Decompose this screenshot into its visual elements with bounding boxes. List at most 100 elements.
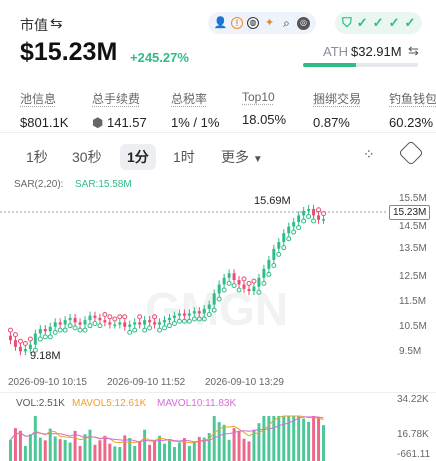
swap-icon[interactable]: ⇆ <box>50 14 63 32</box>
sar-dot <box>301 218 307 224</box>
volume-bar <box>267 416 271 461</box>
candle <box>272 248 276 260</box>
tab-1m[interactable]: 1分 <box>120 144 156 170</box>
volume-bar <box>108 443 112 461</box>
sar-dot <box>7 327 13 333</box>
check-icon: ✓ <box>404 15 416 30</box>
candle <box>38 329 42 334</box>
stat-value: 0.87% <box>313 115 350 130</box>
volume-tick: 34.22K <box>397 394 429 405</box>
price-chart[interactable]: GMGN <box>0 190 436 370</box>
check-icon: ✓ <box>388 15 400 30</box>
security-check-group[interactable]: ⛉ ✓ ✓ ✓ ✓ <box>335 12 423 34</box>
price-tick: 13.5M <box>399 243 427 254</box>
candle <box>237 280 241 285</box>
volume-bar <box>148 444 152 461</box>
candle <box>63 320 67 325</box>
change-percent: +245.27% <box>130 50 189 65</box>
sar-dot <box>296 225 302 231</box>
volume-bar <box>168 439 171 461</box>
time-tick: 2026-09-10 10:15 <box>8 377 87 388</box>
stat-value: $801.1K <box>20 115 69 130</box>
sar-dot <box>22 341 28 347</box>
candle <box>78 322 82 325</box>
candle <box>33 333 37 345</box>
more-timeframes-button[interactable]: 更多 ▼ <box>221 144 263 173</box>
volume-chart[interactable] <box>0 410 390 461</box>
tab-1h[interactable]: 1时 <box>166 144 202 170</box>
user-icon[interactable]: 👤 <box>214 17 228 30</box>
candle <box>292 222 296 227</box>
volume-bar <box>9 439 12 461</box>
volume-bar <box>93 444 97 461</box>
sar-dot <box>67 323 73 329</box>
volume-bar <box>247 441 251 461</box>
volume-bar <box>177 442 181 461</box>
sar-dot <box>306 213 312 219</box>
ath-swap-icon[interactable]: ⇆ <box>408 43 419 59</box>
warning-icon[interactable]: ! <box>231 17 243 29</box>
volume-bar <box>182 438 186 461</box>
sar-dot <box>52 329 58 335</box>
stat-value: 1% / 1% <box>171 115 220 130</box>
candle <box>277 242 281 249</box>
stat-label: 钓鱼钱包 <box>389 92 436 106</box>
search-icon[interactable]: ⌕ <box>280 17 293 30</box>
tab-30s[interactable]: 30秒 <box>65 144 109 170</box>
volume-bar <box>227 439 231 461</box>
candle <box>282 233 286 243</box>
candle <box>133 322 137 325</box>
candle <box>197 311 201 314</box>
volume-bar <box>28 434 32 461</box>
sar-dot <box>82 327 88 333</box>
volume-bar <box>153 440 157 461</box>
volume-bar <box>133 445 137 461</box>
volume-bar <box>302 418 306 461</box>
candle <box>302 210 306 216</box>
sar-dot <box>291 229 297 235</box>
stat-total-fees[interactable]: 总手续费 ⬢ 141.57 <box>92 90 147 131</box>
stat-label: 池信息 <box>20 92 57 106</box>
volume-bar <box>282 416 286 461</box>
indicator-settings-icon[interactable]: ⁘ <box>363 146 375 163</box>
settings-gear-icon[interactable] <box>398 140 424 166</box>
candle <box>28 344 32 350</box>
candle <box>118 322 122 325</box>
stat-pool-info[interactable]: 池信息 $801.1K <box>20 90 68 130</box>
sar-dot <box>42 334 48 340</box>
volume-bar <box>88 429 92 461</box>
tab-1s[interactable]: 1秒 <box>19 144 55 170</box>
stat-top10[interactable]: Top10 18.05% <box>242 90 286 127</box>
candle <box>103 320 107 323</box>
candle <box>202 308 206 314</box>
indicator-value: SAR:15.58M <box>75 179 132 190</box>
volume-bar <box>262 416 266 461</box>
volume-bar <box>217 422 221 461</box>
copy-icon[interactable]: ◎ <box>297 16 310 30</box>
candle <box>13 340 17 347</box>
candle <box>168 317 171 321</box>
candle <box>312 208 316 216</box>
ath-label: ATH <box>323 44 349 59</box>
volume-bar <box>143 429 147 461</box>
stat-phishing[interactable]: 钓鱼钱包 60.23% <box>389 90 436 130</box>
candle <box>43 329 47 332</box>
stat-bundle[interactable]: 捆绑交易 0.87% <box>313 90 361 130</box>
candle <box>172 315 176 318</box>
volume-tick: 16.78K <box>397 429 429 440</box>
sar-dot <box>266 271 272 277</box>
fee-cube-icon: ⬢ <box>92 115 104 130</box>
stat-total-tax[interactable]: 总税率 1% / 1% <box>171 90 219 130</box>
telegram-icon[interactable]: ✦ <box>263 17 276 30</box>
candle <box>23 349 27 352</box>
globe-icon[interactable]: ◍ <box>247 17 259 29</box>
candle <box>18 346 22 352</box>
sar-dot <box>276 251 282 257</box>
volume-bar <box>237 430 241 461</box>
sar-dot <box>271 263 277 269</box>
volume-bar <box>68 442 72 461</box>
mavol10-line <box>10 416 324 443</box>
candle <box>148 320 152 323</box>
candle <box>88 315 92 321</box>
candle <box>287 226 291 234</box>
